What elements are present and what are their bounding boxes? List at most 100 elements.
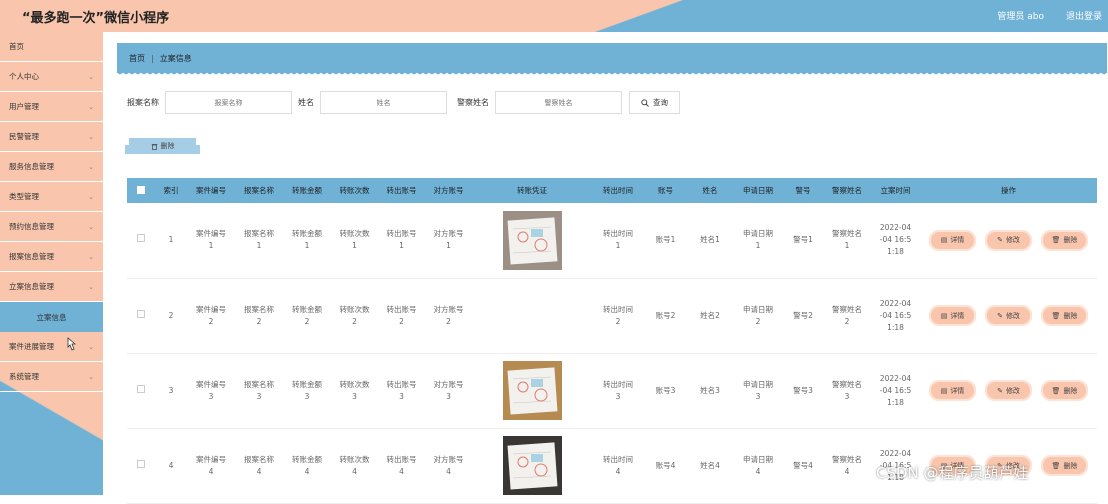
cell-text: 申请日期 3 bbox=[743, 379, 773, 401]
edit-button-label: 修改 bbox=[1005, 386, 1020, 395]
name-input[interactable] bbox=[320, 91, 447, 114]
trash-icon: 🗑 bbox=[1051, 311, 1061, 320]
detail-button[interactable]: ▤ 详情 bbox=[929, 305, 976, 326]
breadcrumb-home[interactable]: 首页 bbox=[129, 53, 145, 64]
case-name-label: 报案名称 bbox=[127, 98, 159, 107]
cell-text: 转账金额 1 bbox=[292, 229, 322, 251]
delete-button-label: 删除 bbox=[1063, 461, 1078, 470]
sidebar-item[interactable]: 报案信息管理 ⌄ bbox=[0, 242, 103, 272]
column-header: 警察姓名 bbox=[832, 186, 862, 195]
row-checkbox[interactable] bbox=[137, 384, 145, 393]
case-table: 索引 案件编号 报案名称 转账金额 转账次数 转出账号 对方账号 转账凭证 转出时间 账号 姓名 申请… bbox=[127, 178, 1097, 504]
cell-c10: 申请日期 3 bbox=[733, 353, 783, 429]
cell-c12: 警察姓名 3 bbox=[823, 353, 871, 429]
cell-text: 转账金额 2 bbox=[292, 304, 322, 326]
cell-text: 申请日期 1 bbox=[743, 229, 773, 251]
cell-text: 账号1 bbox=[655, 235, 676, 245]
cell-text: 案件编号 2 bbox=[196, 304, 226, 326]
detail-button[interactable]: ▤ 详情 bbox=[929, 380, 976, 401]
cell-text: 姓名2 bbox=[700, 310, 720, 320]
batch-delete-button[interactable]: 删除 bbox=[125, 138, 200, 154]
delete-button[interactable]: 🗑 删除 bbox=[1041, 380, 1088, 401]
sidebar-item[interactable]: 系统管理 ⌄ bbox=[0, 362, 103, 392]
edit-button-label: 修改 bbox=[1005, 236, 1020, 245]
sidebar-item[interactable]: 个人中心 ⌄ bbox=[0, 62, 103, 92]
case-name-input[interactable] bbox=[165, 91, 292, 114]
detail-button[interactable]: ▤ 详情 bbox=[929, 229, 976, 251]
admin-user-label[interactable]: 管理员 abo bbox=[997, 9, 1044, 22]
row-checkbox[interactable] bbox=[137, 234, 145, 243]
sidebar-item[interactable]: 类型管理 ⌄ bbox=[0, 182, 103, 212]
delete-button-label: 删除 bbox=[1063, 311, 1078, 320]
voucher-photo[interactable] bbox=[502, 361, 562, 420]
chevron-down-icon: ⌄ bbox=[88, 132, 94, 141]
cell-text: 报案名称 3 bbox=[244, 379, 274, 401]
cell-c5: 转出账号 1 bbox=[378, 203, 425, 279]
delete-button[interactable]: 🗑 删除 bbox=[1041, 455, 1088, 476]
cell-text: 2022-04 -04 16:5 1:18 bbox=[879, 373, 912, 407]
edit-button[interactable]: ✎ 修改 bbox=[985, 380, 1032, 401]
column-header: 账号 bbox=[658, 186, 673, 195]
edit-button[interactable]: ✎ 修改 bbox=[985, 229, 1032, 251]
sidebar-item-label: 个人中心 bbox=[9, 72, 39, 81]
pencil-icon: ✎ bbox=[997, 311, 1003, 320]
cell-c12: 警察姓名 2 bbox=[823, 278, 871, 354]
cell-text: 警号1 bbox=[793, 235, 813, 245]
cell-c11: 警号4 bbox=[783, 428, 823, 504]
cell-text: 2022-04 -04 16:5 1:18 bbox=[879, 298, 912, 332]
cell-c9: 姓名2 bbox=[687, 278, 733, 354]
chevron-down-icon: ⌄ bbox=[88, 342, 94, 351]
trash-icon: 🗑 bbox=[1051, 236, 1061, 245]
sidebar-item[interactable]: 服务信息管理 ⌄ bbox=[0, 152, 103, 182]
cell-c5: 转出账号 3 bbox=[378, 353, 425, 429]
cell-text: 警察姓名 1 bbox=[832, 229, 862, 251]
voucher-photo[interactable] bbox=[502, 210, 562, 270]
police-name-input[interactable] bbox=[495, 91, 622, 114]
mouse-cursor-icon bbox=[67, 337, 76, 351]
cell-text: 警号4 bbox=[793, 460, 813, 470]
sidebar-item[interactable]: 用户管理 ⌄ bbox=[0, 92, 103, 122]
cell-c12: 警察姓名 1 bbox=[823, 203, 871, 279]
row-checkbox[interactable] bbox=[137, 459, 145, 468]
row-checkbox-cell bbox=[127, 203, 155, 279]
sidebar-item[interactable]: 预约信息管理 ⌄ bbox=[0, 212, 103, 242]
cell-text: 转出账号 3 bbox=[386, 379, 417, 401]
edit-button[interactable]: ✎ 修改 bbox=[985, 305, 1032, 326]
column-header: 转出账号 bbox=[386, 186, 417, 195]
cell-pic bbox=[472, 203, 592, 279]
sidebar-item[interactable]: 案件进展管理 ⌄ bbox=[0, 332, 103, 362]
column-header: 立案时间 bbox=[880, 186, 911, 195]
batch-delete-label: 删除 bbox=[160, 142, 175, 150]
sidebar-item[interactable]: 立案信息管理 ⌄ bbox=[0, 272, 103, 302]
column-header: 转出时间 bbox=[603, 186, 633, 195]
cell-text: 2022-04 -04 16:5 1:18 bbox=[879, 223, 912, 257]
cell-text: 对方账号 2 bbox=[433, 304, 464, 326]
cell-pic bbox=[472, 428, 592, 504]
cell-c8: 账号2 bbox=[644, 278, 687, 354]
delete-button[interactable]: 🗑 删除 bbox=[1041, 305, 1088, 326]
cell-idx: 3 bbox=[155, 353, 187, 429]
sidebar-item-label: 用户管理 bbox=[9, 102, 39, 111]
top-header: “最多跑一次”微信小程序 管理员 abo 退出登录 bbox=[0, 0, 1108, 32]
logout-link[interactable]: 退出登录 bbox=[1066, 9, 1102, 22]
cell-idx: 4 bbox=[155, 428, 187, 504]
sidebar-item[interactable]: 民警管理 ⌄ bbox=[0, 122, 103, 152]
cell-c2: 报案名称 4 bbox=[235, 428, 283, 504]
chevron-down-icon: ⌄ bbox=[88, 282, 94, 291]
operations-cell: ▤ 详情 ✎ 修改 🗑 删除 bbox=[920, 278, 1097, 354]
sidebar-subitem-active[interactable]: 立案信息 bbox=[0, 302, 103, 332]
select-all-checkbox[interactable] bbox=[137, 185, 145, 194]
sidebar-item[interactable]: 首页 bbox=[0, 32, 103, 62]
trash-icon: 🗑 bbox=[1051, 461, 1061, 470]
cell-text: 4 bbox=[168, 460, 174, 470]
delete-button[interactable]: 🗑 删除 bbox=[1041, 229, 1088, 251]
cell-c6: 对方账号 3 bbox=[425, 353, 472, 429]
cell-text: 对方账号 4 bbox=[433, 454, 464, 476]
cell-c11: 警号3 bbox=[783, 353, 823, 429]
watermark: CSDN @程序员葫芦娃 bbox=[876, 464, 1029, 482]
row-checkbox[interactable] bbox=[137, 309, 145, 318]
query-button[interactable]: 查询 bbox=[629, 91, 680, 114]
query-label: 查询 bbox=[653, 98, 668, 107]
voucher-photo[interactable] bbox=[502, 436, 562, 495]
cell-text: 报案名称 4 bbox=[244, 454, 274, 476]
